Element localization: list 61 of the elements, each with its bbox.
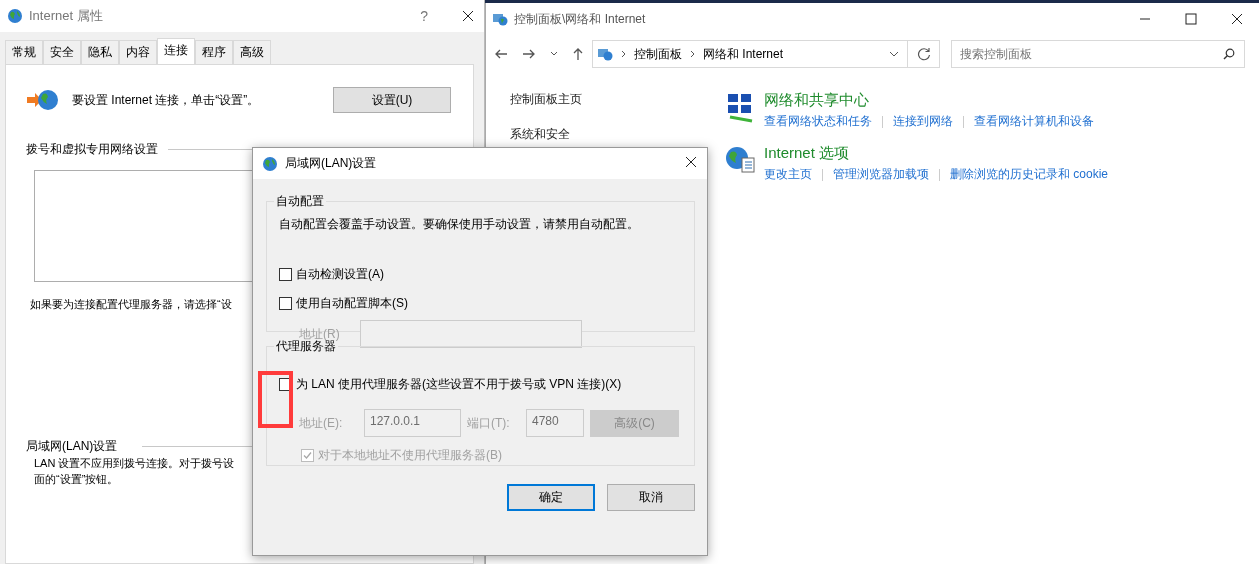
task-link[interactable]: 删除浏览的历史记录和 cookie [950, 166, 1109, 183]
task-link[interactable]: 管理浏览器加载项 [833, 166, 929, 183]
control-panel-icon [597, 46, 613, 62]
section-heading: 拨号和虚拟专用网络设置 [26, 141, 158, 158]
category-title[interactable]: 网络和共享中心 [764, 91, 1094, 110]
close-icon[interactable] [685, 156, 697, 168]
search-icon[interactable] [1223, 48, 1235, 60]
task-link[interactable]: 查看网络计算机和设备 [974, 113, 1094, 130]
sidebar-link[interactable]: 系统和安全 [510, 126, 700, 143]
settings-button[interactable]: 设置(U) [333, 87, 451, 113]
sidebar-link[interactable]: 控制面板主页 [510, 91, 700, 108]
lan-description: LAN 设置不应用到拨号连接。对于拨号设 [34, 456, 235, 471]
back-icon[interactable] [494, 48, 508, 60]
task-link[interactable]: 查看网络状态和任务 [764, 113, 872, 130]
chevron-right-icon [690, 50, 695, 58]
field-label: 地址(E): [299, 414, 344, 432]
up-icon[interactable] [572, 47, 584, 61]
section-heading: 局域网(LAN)设置 [26, 438, 118, 455]
tab[interactable]: 内容 [119, 40, 157, 65]
category-title[interactable]: Internet 选项 [764, 144, 1109, 163]
auto-config-note: 自动配置会覆盖手动设置。要确保使用手动设置，请禁用自动配置。 [279, 216, 640, 233]
tab[interactable]: 安全 [43, 40, 81, 65]
window-title: 控制面板\网络和 Internet [514, 10, 646, 28]
close-icon[interactable] [462, 10, 474, 22]
lan-description: 面的“设置”按钮。 [34, 472, 119, 487]
tab[interactable]: 常规 [5, 40, 43, 65]
tab[interactable]: 隐私 [81, 40, 119, 65]
task-link[interactable]: 更改主页 [764, 166, 812, 183]
dialog-button[interactable]: 确定 [507, 484, 595, 511]
globe-icon [262, 155, 278, 172]
breadcrumb-item[interactable]: 网络和 Internet [703, 45, 784, 63]
address-bar[interactable]: 控制面板 网络和 Internet [592, 40, 908, 68]
proxy-hint: 如果要为连接配置代理服务器，请选择“设 [30, 297, 232, 312]
highlight-frame [258, 371, 293, 428]
breadcrumb-item[interactable]: 控制面板 [634, 45, 682, 63]
dialog-title: 局域网(LAN)设置 [285, 155, 377, 172]
forward-icon[interactable] [522, 48, 536, 60]
group-label: 代理服务器 [275, 339, 336, 355]
help-button[interactable]: ? [420, 8, 428, 24]
field-label: 地址(R) [299, 325, 340, 341]
field-label: 端口(T): [467, 414, 511, 432]
group-label: 自动配置 [275, 193, 325, 210]
chevron-right-icon [621, 50, 626, 58]
tab[interactable]: 程序 [195, 40, 233, 65]
tab[interactable]: 高级 [233, 40, 271, 65]
control-panel-icon [492, 11, 508, 27]
address-field[interactable] [359, 320, 582, 348]
search-field[interactable]: 搜索控制面板 [951, 40, 1245, 68]
tab[interactable]: 连接 [157, 38, 195, 65]
globe-document-icon [724, 144, 756, 176]
maximize-icon[interactable] [1185, 13, 1197, 25]
setup-text: 要设置 Internet 连接，单击“设置”。 [72, 91, 260, 109]
window-title: Internet 属性 [29, 7, 103, 25]
task-link[interactable]: 连接到网络 [893, 113, 953, 130]
refresh-icon[interactable] [916, 47, 931, 61]
close-icon[interactable] [1231, 13, 1243, 25]
chevron-down-icon[interactable] [889, 51, 899, 57]
dialog-button[interactable]: 取消 [607, 484, 695, 511]
chevron-down-icon[interactable] [550, 51, 558, 57]
globe-icon [7, 8, 23, 24]
arrow-globe-icon [26, 87, 60, 113]
